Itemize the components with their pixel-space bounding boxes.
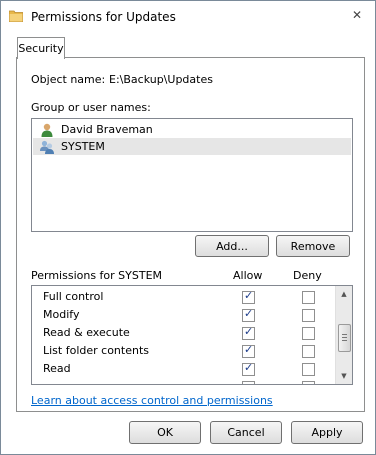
add-button-label: Add... <box>216 239 248 253</box>
grip-line <box>342 340 347 341</box>
object-name-label: Object name: <box>31 73 106 86</box>
deny-checkbox[interactable] <box>302 291 315 304</box>
title-bar: Permissions for Updates ✕ <box>1 1 375 33</box>
allow-checkbox[interactable] <box>242 325 255 340</box>
allow-checkbox[interactable] <box>242 307 255 322</box>
deny-column-header: Deny <box>293 269 322 282</box>
permission-name: Modify <box>43 308 80 321</box>
grip-line <box>342 334 347 335</box>
scroll-down-arrow-icon[interactable]: ▼ <box>336 368 352 384</box>
cancel-button-label: Cancel <box>227 426 265 439</box>
permission-name: Read <box>43 362 71 375</box>
list-item-system[interactable]: SYSTEM <box>33 138 351 155</box>
permission-name: List folder contents <box>43 344 149 357</box>
user-name: SYSTEM <box>61 140 105 153</box>
deny-checkbox[interactable] <box>302 327 315 340</box>
allow-column-header: Allow <box>233 269 263 282</box>
apply-button[interactable]: Apply <box>291 421 363 444</box>
close-icon: ✕ <box>351 8 363 22</box>
learn-more-link[interactable]: Learn about access control and permissio… <box>31 394 273 407</box>
permissions-scrollbar[interactable]: ▲ ▼ <box>335 286 352 384</box>
list-item-david-braveman[interactable]: David Braveman <box>33 121 351 138</box>
grip-line <box>342 337 347 338</box>
permission-row-read: Read <box>32 359 334 377</box>
ok-button[interactable]: OK <box>129 421 201 444</box>
group-user-list[interactable]: David Braveman SYSTEM <box>31 118 353 232</box>
deny-checkbox[interactable] <box>302 345 315 358</box>
apply-button-label: Apply <box>311 426 343 439</box>
window-title: Permissions for Updates <box>31 10 176 24</box>
deny-checkbox[interactable] <box>302 363 315 376</box>
user-icon <box>41 123 53 137</box>
allow-checkbox[interactable] <box>242 381 255 384</box>
permissions-list[interactable]: Full control Modify Read & execute List … <box>31 285 353 385</box>
scroll-up-arrow-icon[interactable]: ▲ <box>336 286 352 302</box>
scrollbar-thumb[interactable] <box>338 324 351 352</box>
deny-checkbox[interactable] <box>302 381 315 384</box>
cancel-button[interactable]: Cancel <box>210 421 282 444</box>
remove-button[interactable]: Remove <box>276 235 350 257</box>
allow-checkbox[interactable] <box>242 289 255 304</box>
folder-icon <box>9 10 23 22</box>
permissions-dialog: Permissions for Updates ✕ Security Objec… <box>0 0 376 455</box>
permission-name: Read & execute <box>43 326 130 339</box>
tab-security[interactable]: Security <box>17 37 65 59</box>
permission-row-modify: Modify <box>32 305 334 323</box>
permissions-title: Permissions for SYSTEM <box>31 269 163 282</box>
close-button[interactable]: ✕ <box>347 6 367 24</box>
add-button[interactable]: Add... <box>195 235 269 257</box>
permission-row-full-control: Full control <box>32 287 334 305</box>
permission-row-read-execute: Read & execute <box>32 323 334 341</box>
object-name-value: E:\Backup\Updates <box>109 73 213 86</box>
tab-security-label: Security <box>18 42 64 55</box>
permission-name: Full control <box>43 290 104 303</box>
user-name: David Braveman <box>61 123 153 136</box>
allow-checkbox[interactable] <box>242 361 255 376</box>
permission-row-partial <box>32 377 334 384</box>
permissions-header: Permissions for SYSTEM Allow Deny <box>31 269 351 283</box>
users-group-icon <box>40 140 54 154</box>
permission-row-list-folder-contents: List folder contents <box>32 341 334 359</box>
group-list-label: Group or user names: <box>31 101 151 114</box>
remove-button-label: Remove <box>290 239 336 253</box>
allow-checkbox[interactable] <box>242 343 255 358</box>
security-panel: Object name: E:\Backup\Updates Group or … <box>16 57 365 412</box>
deny-checkbox[interactable] <box>302 309 315 322</box>
ok-button-label: OK <box>157 426 173 439</box>
